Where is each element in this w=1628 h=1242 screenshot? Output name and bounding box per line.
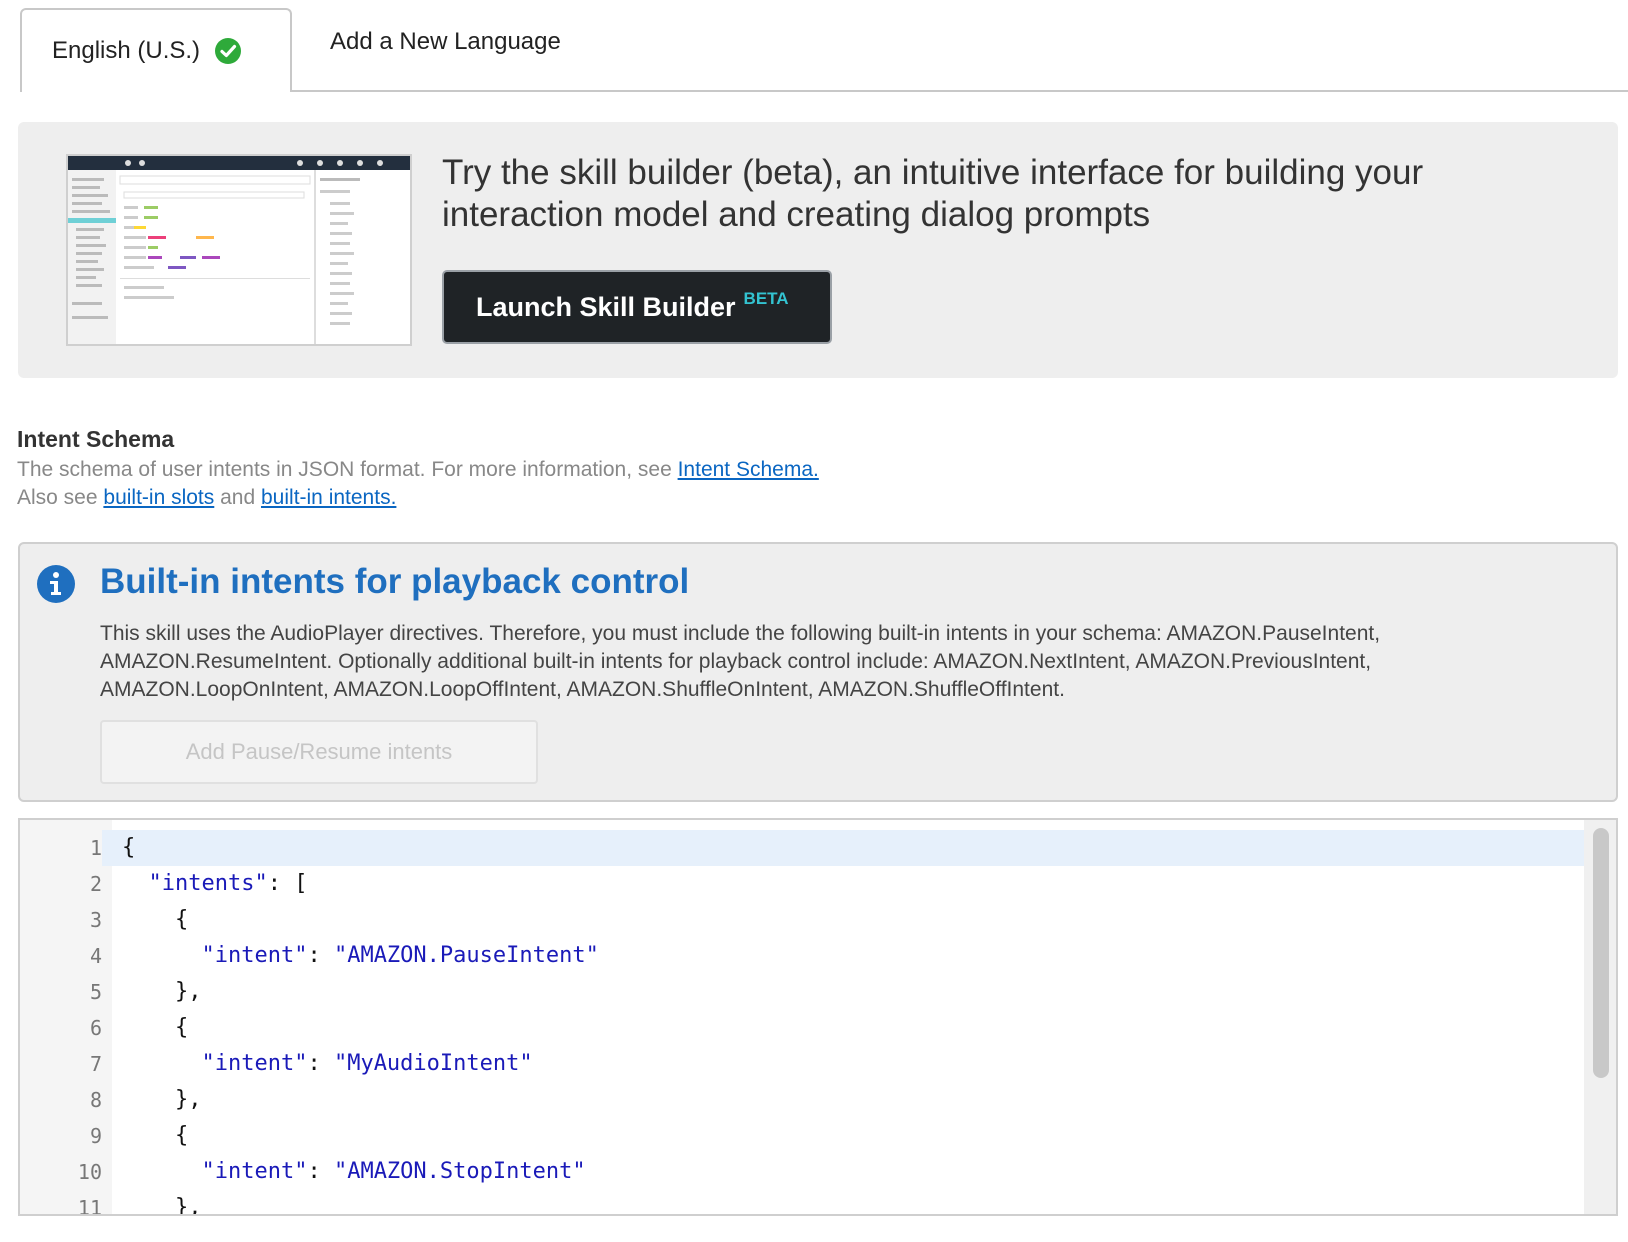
code-text: { [174,1015,189,1040]
json-key: "intent" [201,943,308,968]
code-line[interactable]: 7 "intent": "MyAudioIntent" [20,1046,1584,1082]
line-number: 6 [89,1016,102,1040]
line-number: 7 [89,1052,102,1076]
intent-schema-link[interactable]: Intent Schema. [678,458,819,481]
code-text: "intent": "MyAudioIntent" [201,1051,533,1076]
code-line[interactable]: 4 "intent": "AMAZON.PauseIntent" [20,938,1584,974]
code-text: { [122,835,136,860]
json-value: "MyAudioIntent" [333,1051,533,1076]
code-line[interactable]: 11 }, [20,1190,1584,1216]
beta-badge: BETA [743,289,789,308]
code-text: { [174,907,189,932]
editor-lines[interactable]: 1{2 "intents": [3 {4 "intent": "AMAZON.P… [20,830,1584,1216]
line-number: 8 [89,1088,102,1112]
code-line[interactable]: 1{ [20,830,1584,866]
json-value: "AMAZON.PauseIntent" [333,943,599,968]
add-pause-resume-intents-button[interactable]: Add Pause/Resume intents [100,720,538,784]
launch-skill-builder-label: Launch Skill Builder [476,291,736,322]
json-key: "intents" [148,871,268,896]
code-line[interactable]: 2 "intents": [ [20,866,1584,902]
line-number: 2 [89,872,102,896]
tab-add-new-language[interactable]: Add a New Language [330,28,561,56]
schema-desc-prefix: The schema of user intents in JSON forma… [17,458,678,481]
json-value: "AMAZON.StopIntent" [333,1159,586,1184]
code-line[interactable]: 9 { [20,1118,1584,1154]
line-number: 11 [77,1196,102,1216]
line-number: 10 [77,1160,102,1184]
built-in-intents-link[interactable]: built-in intents. [261,486,396,509]
line-number: 4 [89,944,102,968]
intent-schema-editor[interactable]: 1{2 "intents": [3 {4 "intent": "AMAZON.P… [18,818,1618,1216]
line-number: 5 [89,980,102,1004]
info-box-title: Built-in intents for playback control [100,562,690,601]
code-text: }, [174,1087,202,1112]
built-in-slots-link[interactable]: built-in slots [103,486,214,509]
code-line[interactable]: 6 { [20,1010,1584,1046]
code-text: "intent": "AMAZON.StopIntent" [201,1159,586,1184]
json-key: "intent" [201,1159,308,1184]
skill-builder-promo-text: Try the skill builder (beta), an intuiti… [442,153,1424,234]
code-text: "intents": [ [148,871,308,896]
language-tabbar: English (U.S.) Add a New Language [0,0,1628,92]
code-line[interactable]: 8 }, [20,1082,1584,1118]
code-text: }, [174,1195,202,1216]
line-number: 3 [89,908,102,932]
skill-builder-screenshot-thumbnail [66,154,412,346]
info-icon [36,564,76,604]
check-circle-icon [214,37,242,65]
playback-control-info-box: Built-in intents for playback control Th… [18,542,1618,802]
schema-and-text: and [214,486,261,509]
info-box-body: This skill uses the AudioPlayer directiv… [100,622,1381,701]
skill-builder-promo: Try the skill builder (beta), an intuiti… [18,122,1618,378]
editor-scrollbar[interactable] [1584,820,1616,1214]
line-number: 1 [20,830,102,866]
tab-english-us[interactable]: English (U.S.) [20,8,292,92]
code-text: "intent": "AMAZON.PauseIntent" [201,943,599,968]
code-line[interactable]: 10 "intent": "AMAZON.StopIntent" [20,1154,1584,1190]
code-text: }, [174,979,202,1004]
json-key: "intent" [201,1051,308,1076]
tab-english-us-label: English (U.S.) [52,37,201,64]
intent-schema-description: The schema of user intents in JSON forma… [17,456,819,512]
code-text: { [174,1123,189,1148]
launch-skill-builder-button[interactable]: Launch Skill Builder BETA [442,270,832,344]
intent-schema-title: Intent Schema [17,426,175,452]
schema-also-prefix: Also see [17,486,104,509]
code-line[interactable]: 5 }, [20,974,1584,1010]
line-number: 9 [89,1124,102,1148]
code-line[interactable]: 3 { [20,902,1584,938]
editor-scrollbar-thumb[interactable] [1593,828,1609,1078]
